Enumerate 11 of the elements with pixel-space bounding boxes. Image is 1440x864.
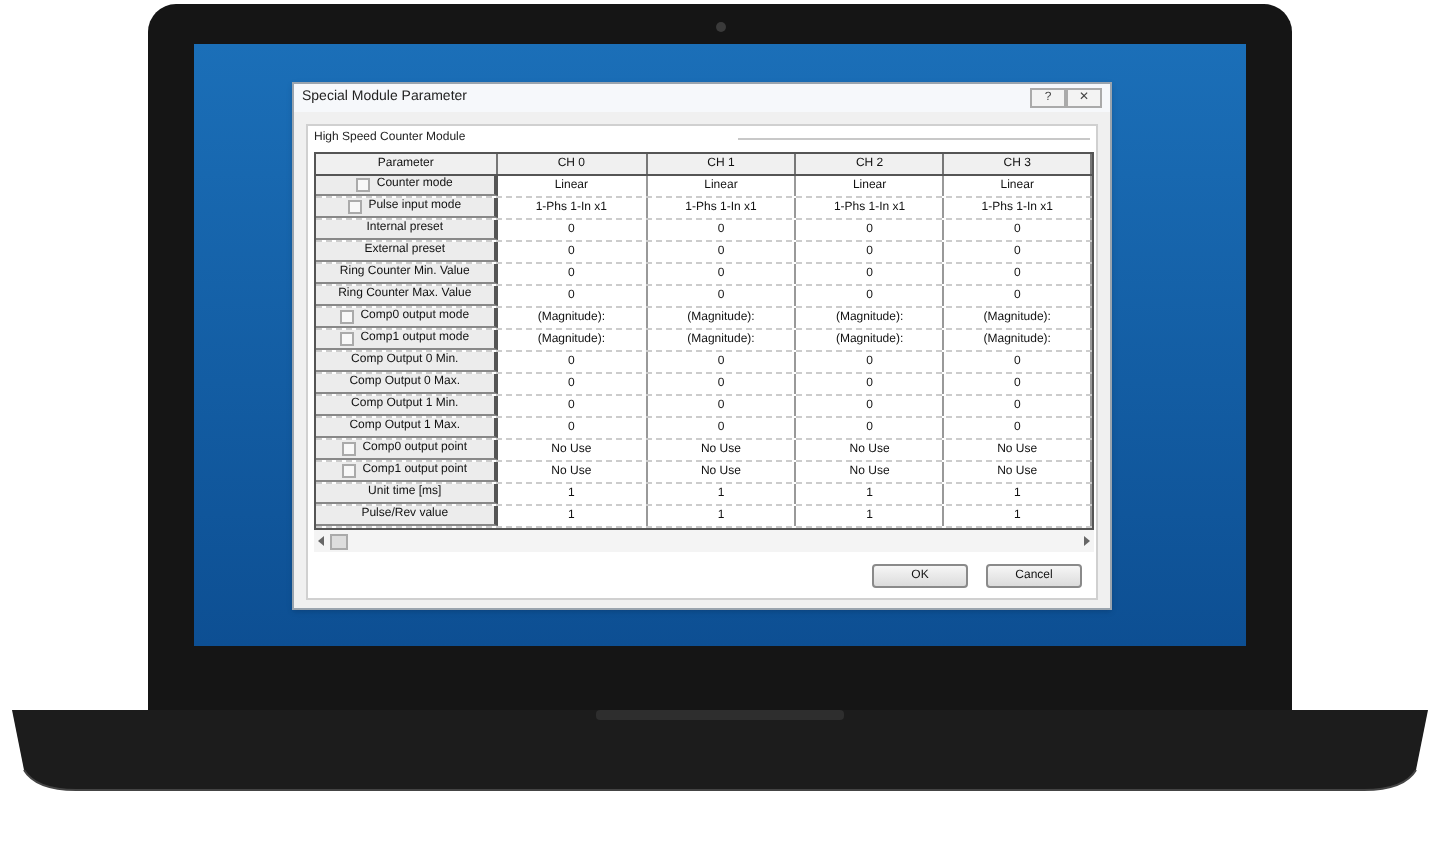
checkbox[interactable] bbox=[342, 464, 357, 478]
checkbox[interactable] bbox=[340, 332, 355, 346]
horizontal-scrollbar[interactable] bbox=[314, 530, 1094, 552]
scrollbar-thumb[interactable] bbox=[330, 533, 348, 549]
checkbox[interactable] bbox=[356, 178, 371, 192]
camera-icon bbox=[715, 22, 725, 32]
checkbox[interactable] bbox=[342, 442, 357, 456]
scroll-left-icon[interactable] bbox=[318, 536, 326, 546]
checkbox[interactable] bbox=[340, 310, 355, 324]
checkbox[interactable] bbox=[348, 200, 363, 214]
scroll-right-icon[interactable] bbox=[1082, 536, 1090, 546]
